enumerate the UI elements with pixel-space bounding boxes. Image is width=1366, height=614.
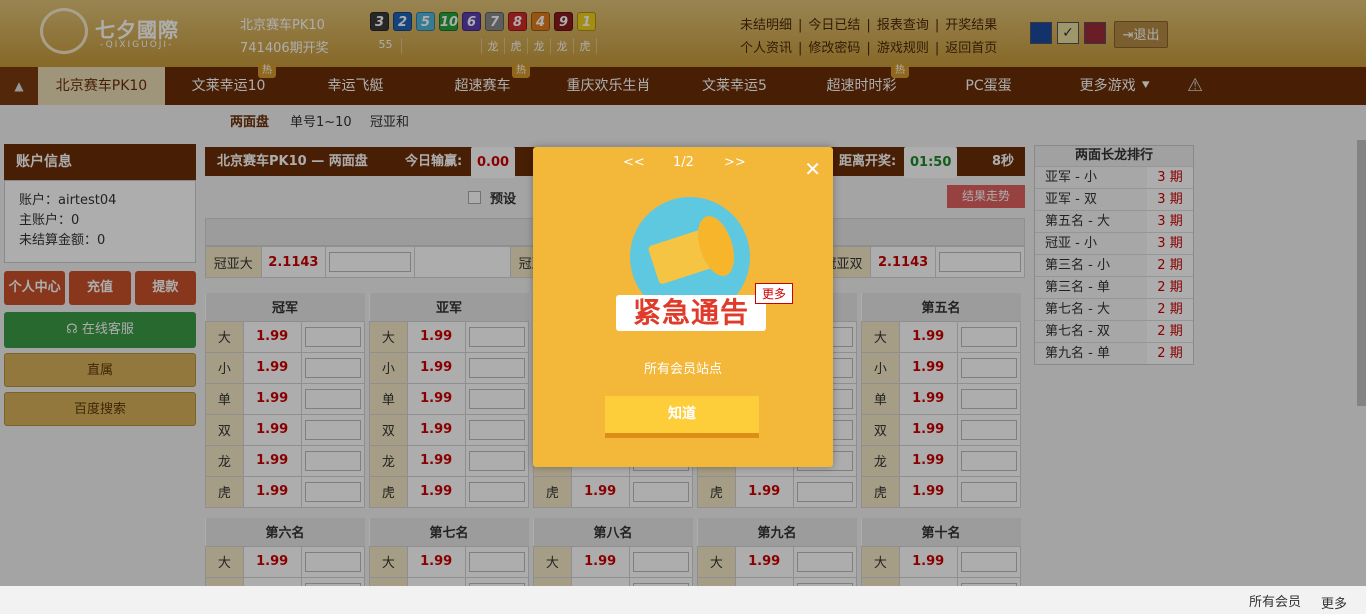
announcement-banner: 紧急通告 <box>616 295 766 331</box>
next-page-button[interactable]: >> <box>724 155 746 170</box>
more-badge[interactable]: 更多 <box>755 283 794 304</box>
announcement-modal: << 1/2 >> ✕ 紧急通告 更多 所有会员站点 知道 <box>533 147 833 467</box>
prev-page-button[interactable]: << <box>623 155 645 170</box>
announcement-banner-text: 紧急通告 <box>632 296 749 329</box>
acknowledge-button[interactable]: 知道 <box>605 396 759 438</box>
bottom-notice-bar: 所有会员 更多 <box>0 586 1366 614</box>
page-indicator: 1/2 <box>673 155 694 170</box>
announcement-message: 所有会员站点 <box>643 362 722 377</box>
close-icon[interactable]: ✕ <box>804 157 821 181</box>
bottom-more-link[interactable]: 更多 <box>1321 593 1347 612</box>
bottom-notice-text: 所有会员 <box>1249 595 1302 610</box>
